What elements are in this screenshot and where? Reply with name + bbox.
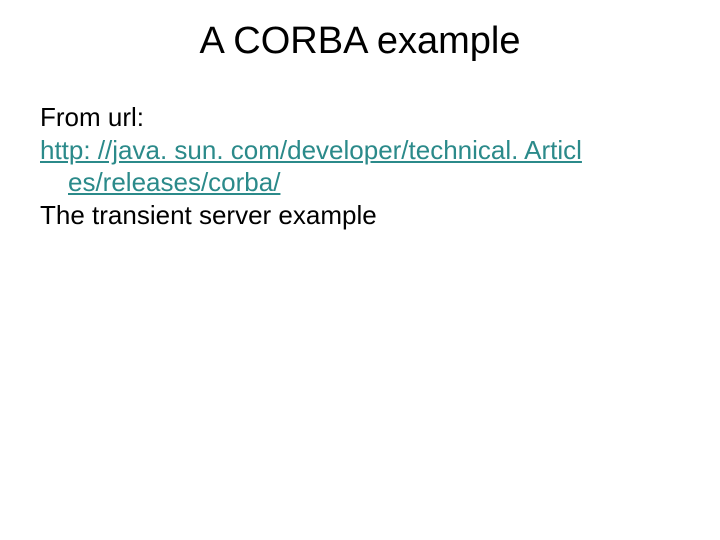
slide: A CORBA example From url: http: //java. … — [0, 0, 720, 540]
slide-body: From url: http: //java. sun. com/develop… — [40, 101, 680, 231]
source-url-link[interactable]: http: //java. sun. com/developer/technic… — [40, 135, 582, 165]
slide-title: A CORBA example — [40, 20, 680, 63]
source-url-link-cont[interactable]: es/releases/corba/ — [68, 167, 280, 197]
from-label: From url: — [40, 101, 680, 134]
example-description: The transient server example — [40, 199, 680, 232]
